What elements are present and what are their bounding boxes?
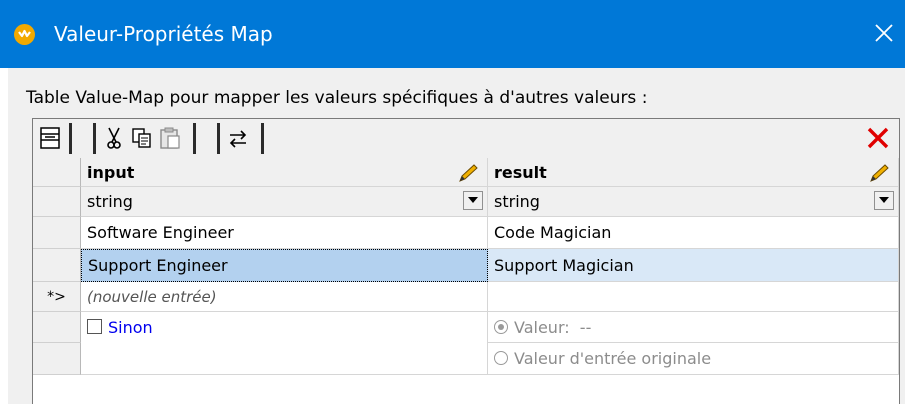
app-icon	[14, 24, 35, 45]
row-header	[33, 343, 81, 375]
otherwise-label[interactable]: Sinon	[108, 318, 153, 337]
insert-row-button[interactable]	[37, 124, 63, 152]
new-entry-result[interactable]	[488, 282, 899, 312]
cut-icon	[107, 127, 121, 149]
input-cell[interactable]: Support Engineer	[81, 249, 488, 282]
dropdown-button[interactable]	[463, 191, 483, 210]
column-header-input[interactable]: input	[81, 158, 488, 187]
swap-columns-button[interactable]	[225, 124, 251, 152]
toolbar-separator	[217, 123, 220, 154]
cut-button[interactable]	[101, 124, 127, 152]
delete-row-icon	[867, 127, 889, 149]
table-description: Table Value-Map pour mapper les valeurs …	[26, 88, 648, 108]
input-type-value: string	[87, 192, 133, 211]
copy-button[interactable]	[129, 124, 155, 152]
original-option-label: Valeur d'entrée originale	[514, 349, 712, 368]
paste-button[interactable]	[157, 124, 183, 152]
insert-row-icon	[40, 127, 60, 149]
dropdown-button[interactable]	[874, 191, 894, 210]
chevron-down-icon	[468, 197, 478, 203]
toolbar-separator	[93, 123, 96, 154]
copy-icon	[132, 128, 151, 148]
edit-pencil-icon[interactable]	[457, 163, 479, 183]
new-entry-marker: *>	[33, 282, 81, 312]
dialog-body: Table Value-Map pour mapper les valeurs …	[8, 68, 905, 404]
title-bar: Valeur-Propriétés Map	[0, 0, 905, 68]
column-header-label: input	[87, 163, 135, 182]
close-icon	[875, 24, 893, 42]
toolbar-separator	[69, 123, 72, 154]
otherwise-checkbox[interactable]	[87, 319, 102, 334]
toolbar-separator	[261, 123, 264, 154]
paste-icon	[160, 127, 180, 149]
row-header	[33, 158, 81, 187]
value-map-table: *> input result string string Software E…	[32, 118, 900, 404]
row-header	[33, 312, 81, 343]
input-type-select[interactable]: string	[81, 187, 488, 217]
new-entry-input[interactable]: (nouvelle entrée)	[81, 282, 488, 312]
value-option-label: Valeur:	[514, 318, 570, 337]
delete-row-button[interactable]	[865, 124, 891, 152]
row-header[interactable]	[33, 217, 81, 249]
result-type-select[interactable]: string	[488, 187, 899, 217]
otherwise-original-option[interactable]: Valeur d'entrée originale	[488, 343, 899, 375]
input-cell[interactable]: Software Engineer	[81, 217, 488, 249]
column-header-label: result	[494, 163, 547, 182]
result-cell[interactable]: Code Magician	[488, 217, 899, 249]
otherwise-cell: Sinon	[81, 312, 488, 375]
close-button[interactable]	[868, 17, 900, 49]
otherwise-value-option[interactable]: Valeur: --	[488, 312, 899, 343]
window-title: Valeur-Propriétés Map	[54, 22, 273, 46]
column-header-result[interactable]: result	[488, 158, 899, 187]
toolbar-separator	[193, 123, 196, 154]
result-type-value: string	[494, 192, 540, 211]
radio-selected-icon[interactable]	[494, 320, 508, 334]
row-header[interactable]	[33, 249, 81, 282]
value-option-value: --	[579, 318, 592, 337]
swap-columns-icon	[229, 130, 247, 148]
radio-unselected-icon[interactable]	[494, 351, 508, 365]
table-toolbar	[33, 119, 899, 159]
row-header	[33, 187, 81, 217]
result-cell[interactable]: Support Magician	[488, 249, 899, 282]
chevron-down-icon	[879, 197, 889, 203]
edit-pencil-icon[interactable]	[868, 163, 890, 183]
